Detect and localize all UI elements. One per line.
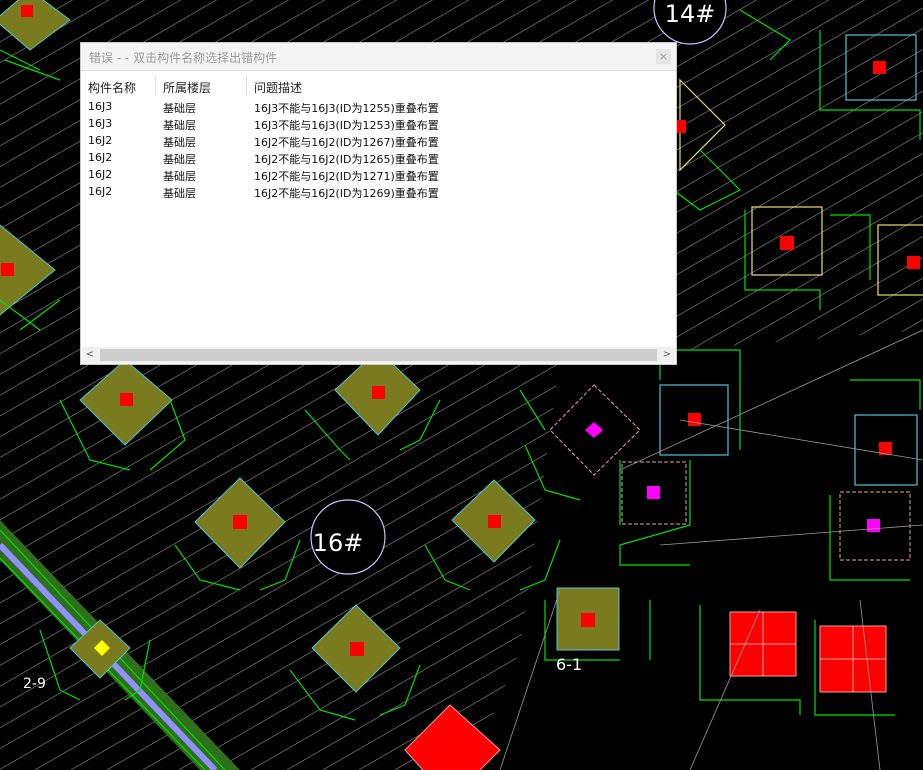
cell-description: 16J2不能与16J2(ID为1271)重叠布置 (254, 170, 439, 183)
column-header-description[interactable]: 问题描述 (254, 79, 302, 96)
cell-floor: 基础层 (163, 102, 196, 115)
cell-floor: 基础层 (163, 187, 196, 200)
axis-label-6-1: 6-1 (556, 655, 582, 674)
cell-component-name[interactable]: 16J3 (88, 117, 112, 130)
cell-floor: 基础层 (163, 153, 196, 166)
cell-component-name[interactable]: 16J2 (88, 168, 112, 181)
table-row[interactable]: 16J2 基础层 16J2不能与16J2(ID为1265)重叠布置 (81, 150, 676, 167)
column-header-floor[interactable]: 所属楼层 (163, 79, 211, 96)
axis-label-14: 14# (665, 0, 716, 28)
table-header: 构件名称 所属楼层 问题描述 (81, 76, 676, 96)
scroll-left-icon[interactable]: < (82, 347, 98, 363)
dialog-titlebar[interactable]: 错误 - - 双击构件名称选择出错构件 × (81, 43, 676, 71)
close-icon[interactable]: × (656, 49, 671, 64)
column-header-component-name[interactable]: 构件名称 (88, 79, 136, 96)
cell-description: 16J3不能与16J3(ID为1253)重叠布置 (254, 119, 439, 132)
dialog-title: 错误 - - 双击构件名称选择出错构件 (89, 51, 278, 65)
cell-floor: 基础层 (163, 170, 196, 183)
axis-label-2-9: 2-9 (23, 676, 46, 692)
footing-olive-8 (556, 587, 620, 651)
table-row[interactable]: 16J2 基础层 16J2不能与16J2(ID为1267)重叠布置 (81, 133, 676, 150)
axis-bubble-16: 16# (310, 499, 386, 575)
table-row[interactable]: 16J3 基础层 16J3不能与16J3(ID为1255)重叠布置 (81, 99, 676, 116)
scroll-right-icon[interactable]: > (659, 347, 675, 363)
table-row[interactable]: 16J3 基础层 16J3不能与16J3(ID为1253)重叠布置 (81, 116, 676, 133)
axis-label-16: 16# (313, 529, 364, 557)
footing-red-1 (729, 611, 797, 677)
cell-description: 16J2不能与16J2(ID为1269)重叠布置 (254, 187, 439, 200)
cell-component-name[interactable]: 16J2 (88, 185, 112, 198)
cell-component-name[interactable]: 16J3 (88, 100, 112, 113)
cell-description: 16J3不能与16J3(ID为1255)重叠布置 (254, 102, 439, 115)
error-dialog: 错误 - - 双击构件名称选择出错构件 × 构件名称 所属楼层 问题描述 16J… (80, 42, 677, 365)
column-divider[interactable] (246, 76, 247, 96)
table-row[interactable]: 16J2 基础层 16J2不能与16J2(ID为1269)重叠布置 (81, 184, 676, 201)
footing-red-2 (819, 625, 887, 693)
table-row[interactable]: 16J2 基础层 16J2不能与16J2(ID为1271)重叠布置 (81, 167, 676, 184)
horizontal-scrollbar[interactable]: < > (82, 347, 675, 363)
cell-description: 16J2不能与16J2(ID为1267)重叠布置 (254, 136, 439, 149)
cell-component-name[interactable]: 16J2 (88, 134, 112, 147)
cell-component-name[interactable]: 16J2 (88, 151, 112, 164)
column-divider[interactable] (155, 76, 156, 96)
cell-floor: 基础层 (163, 119, 196, 132)
cell-floor: 基础层 (163, 136, 196, 149)
cell-description: 16J2不能与16J2(ID为1265)重叠布置 (254, 153, 439, 166)
scrollbar-thumb[interactable] (100, 349, 657, 361)
